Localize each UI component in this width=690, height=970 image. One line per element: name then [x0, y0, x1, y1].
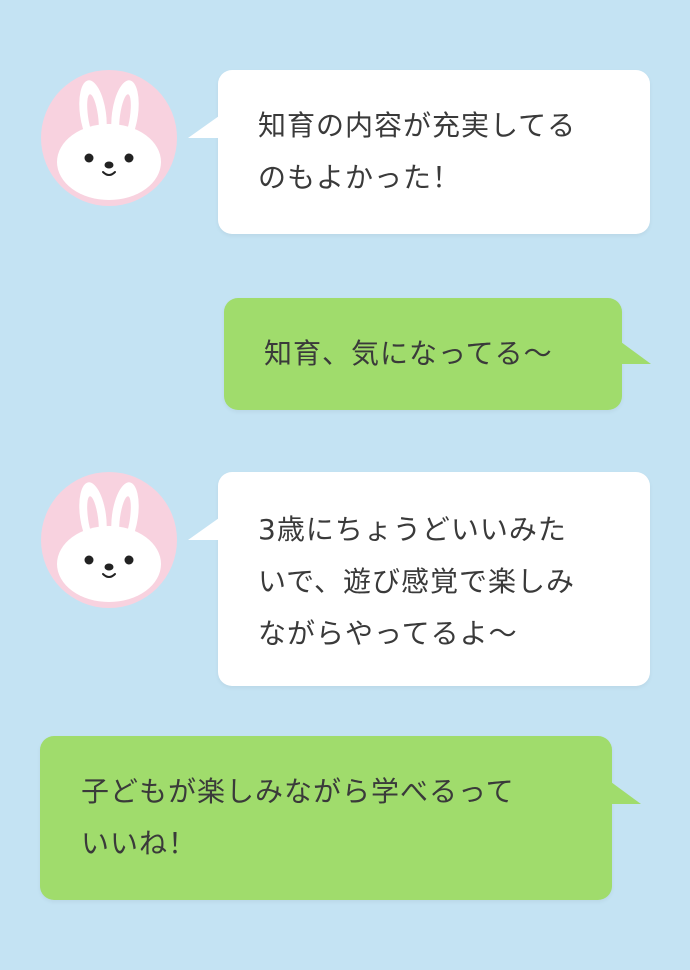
message-line: 知育、気になってる〜 — [264, 337, 553, 370]
bunny-avatar — [41, 70, 177, 206]
bunny-icon — [57, 80, 161, 200]
message-bubble-received: 3歳にちょうどいいみた いで、遊び感覚で楽しみ ながらやってるよ〜 — [188, 472, 650, 686]
bunny-icon — [57, 482, 161, 602]
message-line: 3歳にちょうどいいみた — [258, 513, 567, 546]
message-line: のもよかった！ — [258, 161, 462, 194]
message-line: 子どもが楽しみながら学べるって — [81, 775, 515, 808]
message-bubble-sent: 知育、気になってる〜 — [224, 298, 651, 410]
message-line: いいね！ — [81, 827, 198, 860]
message-line: いで、遊び感覚で楽しみ — [258, 565, 576, 598]
message-bubble-sent: 子どもが楽しみながら学べるって いいね！ — [40, 736, 641, 900]
message-bubble-received: 知育の内容が充実してる のもよかった！ — [188, 70, 650, 234]
bunny-avatar — [41, 472, 177, 608]
message-line: 知育の内容が充実してる — [258, 109, 577, 142]
message-line: ながらやってるよ〜 — [258, 617, 518, 650]
